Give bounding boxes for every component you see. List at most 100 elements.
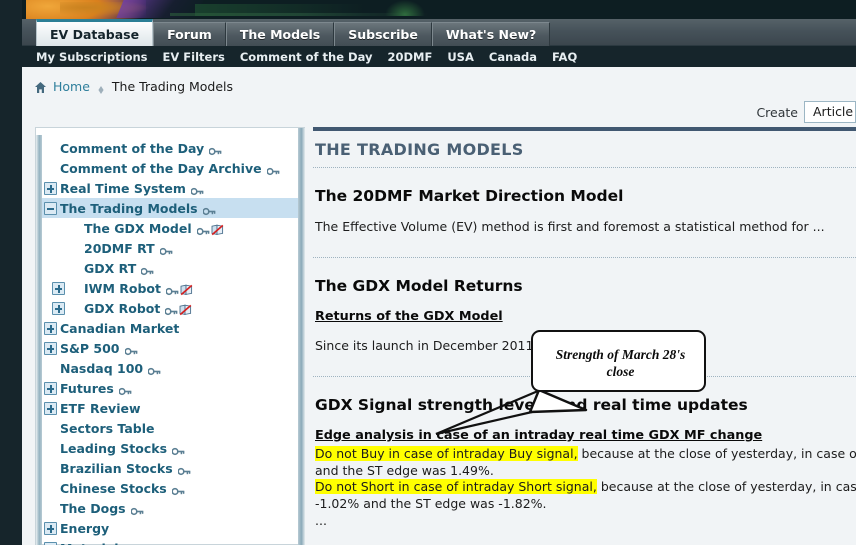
sidebar-item-gdx-robot[interactable]: GDX Robot (42, 298, 298, 318)
primary-tabs: EV Database Forum The Models Subscribe What'… (36, 19, 551, 46)
plus-icon[interactable] (43, 401, 57, 415)
section-heading-gdx-returns: The GDX Model Returns (315, 277, 523, 295)
sidebar-item-label: GDX Robot (84, 300, 161, 316)
key-icon (190, 184, 204, 195)
sidebar-item-label: IWM Robot (84, 280, 161, 296)
tab-ev-database[interactable]: EV Database (36, 19, 154, 46)
sidebar-item-label: Comment of the Day (60, 140, 205, 156)
plus-icon[interactable] (43, 321, 57, 335)
plus-icon[interactable] (43, 381, 57, 395)
section-heading-20dmf: The 20DMF Market Direction Model (315, 187, 624, 205)
expander-toggle[interactable] (42, 401, 58, 415)
subnav-link-comment-of-the-day[interactable]: Comment of the Day (240, 50, 373, 64)
sidebar-item-label: Energy (60, 520, 110, 536)
plus-icon[interactable] (43, 541, 57, 545)
sidebar-scrollbar[interactable] (298, 128, 305, 545)
edge-line-1-rest: because at the close of yesterday, in ca… (581, 446, 856, 461)
expander-toggle[interactable] (42, 341, 58, 355)
sidebar-item-materials[interactable]: Materials (42, 538, 298, 545)
breadcrumb-current: The Trading Models (111, 79, 234, 94)
sidebar-item-leading-stocks[interactable]: Leading Stocks (42, 438, 298, 458)
sidebar-item-label: Canadian Market (60, 320, 180, 336)
sidebar-item-brazilian-stocks[interactable]: Brazilian Stocks (42, 458, 298, 478)
tab-forum[interactable]: Forum (153, 22, 226, 46)
sidebar-item-label: ETF Review (60, 400, 141, 416)
expander-toggle[interactable] (42, 381, 58, 395)
tab-the-models[interactable]: The Models (225, 22, 335, 46)
edge-line-3-rest: because at the close of yesterday, in ca… (600, 479, 856, 494)
sidebar-item-20dmf-rt[interactable]: 20DMF RT (42, 238, 298, 258)
restricted-book-icon (180, 284, 193, 296)
key-icon (140, 264, 154, 275)
sidebar-item-label: Real Time System (60, 180, 186, 196)
subnav-link-canada[interactable]: Canada (489, 50, 537, 64)
sidebar-item-comment-of-the-day-archive[interactable]: Comment of the Day Archive (42, 158, 298, 178)
primary-tabbar: EV Database Forum The Models Subscribe What'… (0, 19, 856, 46)
sidebar-item-label: 20DMF RT (84, 240, 155, 256)
diamond-separator-icon (96, 83, 106, 94)
title-divider (313, 167, 856, 168)
banner-art-line-icon (170, 13, 430, 16)
sidebar-item-the-gdx-model[interactable]: The GDX Model (42, 218, 298, 238)
plus-icon[interactable] (51, 301, 65, 315)
sidebar-item-chinese-stocks[interactable]: Chinese Stocks (42, 478, 298, 498)
sidebar-item-label: Leading Stocks (60, 440, 168, 456)
key-icon (118, 384, 132, 395)
sidebar-item-the-dogs[interactable]: The Dogs (42, 498, 298, 518)
breadcrumb-home-link[interactable]: Home (53, 79, 90, 94)
key-icon (171, 484, 185, 495)
edge-line-2: and the ST edge was 1.49%. (315, 462, 494, 478)
plus-icon[interactable] (43, 521, 57, 535)
expander-toggle[interactable] (50, 301, 66, 315)
tab-subscribe[interactable]: Subscribe (334, 22, 432, 46)
subnav-link-20dmf[interactable]: 20DMF (387, 50, 432, 64)
tab-what-s-new[interactable]: What's New? (431, 22, 551, 46)
minus-icon[interactable] (43, 201, 57, 215)
page-title: THE TRADING MODELS (315, 140, 524, 159)
subnav-link-my-subscriptions[interactable]: My Subscriptions (36, 50, 148, 64)
page-root: EV Database Forum The Models Subscribe What'… (0, 0, 856, 545)
subnav-link-faq[interactable]: FAQ (552, 50, 577, 64)
sidebar-item-label: GDX RT (84, 260, 137, 276)
sidebar-item-s-p-500[interactable]: S&P 500 (42, 338, 298, 358)
restricted-book-icon (179, 304, 192, 316)
key-icon (123, 344, 138, 355)
expander-toggle[interactable] (42, 521, 58, 535)
sidebar-item-canadian-market[interactable]: Canadian Market (42, 318, 298, 338)
key-icon (196, 224, 210, 235)
sidebar-item-comment-of-the-day[interactable]: Comment of the Day (42, 138, 298, 158)
subnav-link-usa[interactable]: USA (447, 50, 474, 64)
sidebar-item-gdx-rt[interactable]: GDX RT (42, 258, 298, 278)
expander-toggle[interactable] (42, 321, 58, 335)
plus-icon[interactable] (51, 281, 65, 295)
secondary-nav: My Subscriptions EV Filters Comment of the… (0, 46, 856, 67)
highlight-do-not-short: Do not Short in case of intraday Short s… (315, 479, 597, 494)
sidebar-item-nasdaq-100[interactable]: Nasdaq 100 (42, 358, 298, 378)
subnav-link-ev-filters[interactable]: EV Filters (163, 50, 225, 64)
key-icon (265, 164, 280, 175)
key-icon (130, 504, 144, 515)
left-rail (0, 0, 22, 545)
sidebar-item-energy[interactable]: Energy (42, 518, 298, 538)
expander-toggle[interactable] (50, 281, 66, 295)
sidebar-item-the-trading-models[interactable]: The Trading Models (42, 198, 298, 218)
sidebar-item-sectors-table[interactable]: Sectors Table (42, 418, 298, 438)
sidebar-item-label: Chinese Stocks (60, 480, 167, 496)
plus-icon[interactable] (43, 181, 57, 195)
article-select[interactable]: Article (804, 101, 856, 123)
create-label: Create (756, 104, 798, 120)
sidebar-item-label: The Trading Models (60, 200, 198, 216)
sidebar-item-real-time-system[interactable]: Real Time System (42, 178, 298, 198)
plus-icon[interactable] (43, 341, 57, 355)
sidebar-item-futures[interactable]: Futures (42, 378, 298, 398)
sidebar-item-label: Futures (60, 380, 114, 396)
sidebar-item-label: The GDX Model (84, 220, 192, 236)
sidebar-item-iwm-robot[interactable]: IWM Robot (42, 278, 298, 298)
expander-toggle[interactable] (42, 201, 58, 215)
key-icon (208, 144, 222, 155)
highlight-do-not-buy: Do not Buy in case of intraday Buy signa… (315, 446, 578, 461)
expander-toggle[interactable] (42, 181, 58, 195)
expander-toggle[interactable] (42, 541, 58, 545)
section-subheading-gdx-returns[interactable]: Returns of the GDX Model (315, 309, 856, 324)
sidebar-item-etf-review[interactable]: ETF Review (42, 398, 298, 418)
